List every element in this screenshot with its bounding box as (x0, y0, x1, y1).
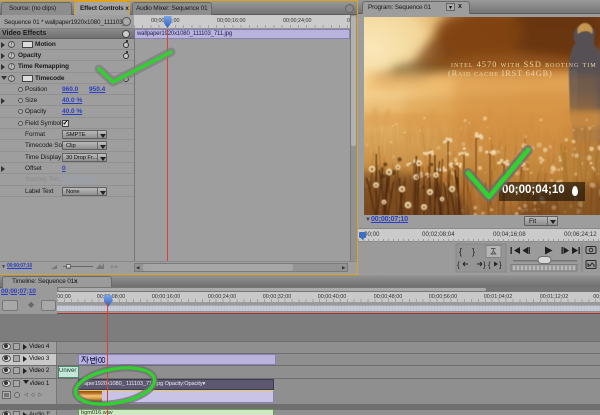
svg-text:{: { (459, 247, 462, 257)
svg-text:}: } (483, 261, 486, 270)
svg-text:}: } (499, 261, 502, 270)
svg-text:}: } (472, 247, 475, 257)
svg-text:{: { (488, 261, 491, 270)
svg-text:{: { (457, 261, 460, 270)
